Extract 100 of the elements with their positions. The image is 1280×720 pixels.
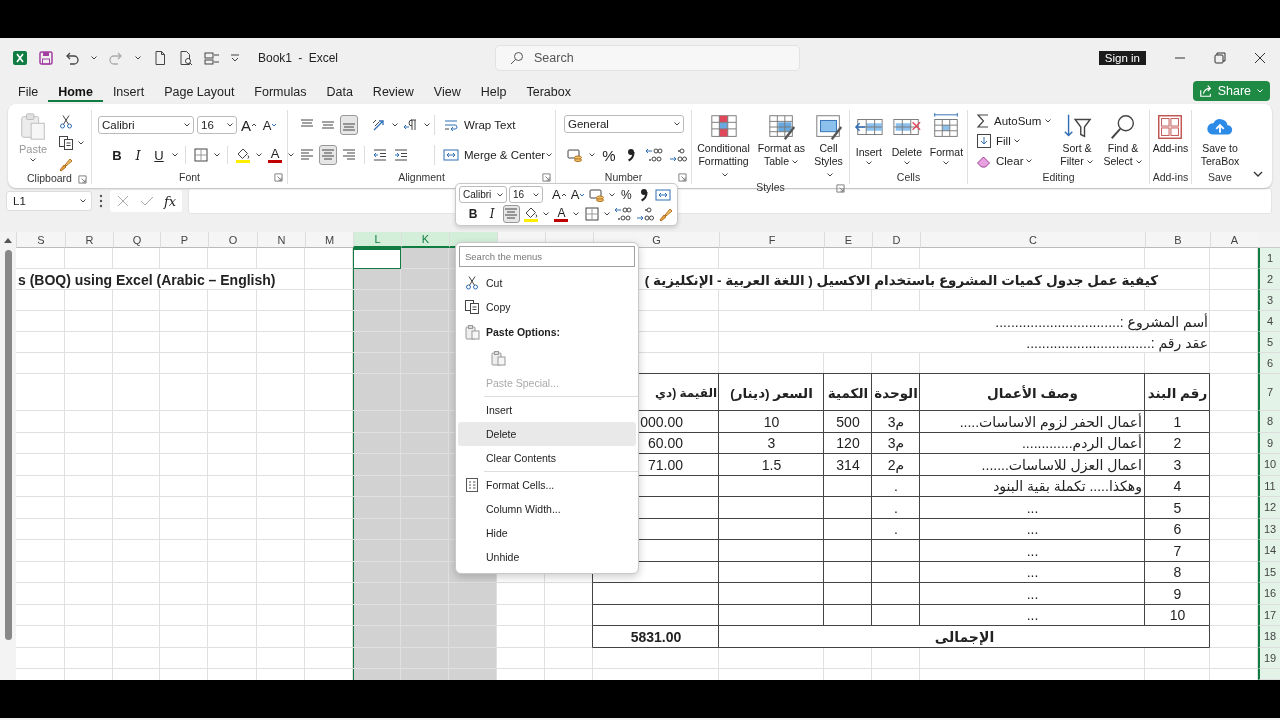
- font-color-button[interactable]: A: [553, 205, 570, 224]
- menu-item[interactable]: Column Width...: [458, 497, 636, 521]
- save-icon[interactable]: [38, 50, 54, 66]
- menu-search-field[interactable]: Search the menus: [459, 246, 635, 267]
- row-header[interactable]: 17: [1258, 604, 1280, 626]
- row-header[interactable]: 16: [1258, 583, 1280, 605]
- row-header[interactable]: 14: [1258, 540, 1280, 562]
- row-header[interactable]: 5: [1258, 332, 1280, 353]
- column-header[interactable]: L: [353, 232, 401, 248]
- caret-icon[interactable]: [545, 151, 554, 159]
- dialog-launcher-icon[interactable]: [274, 173, 283, 182]
- menu-item[interactable]: Hide: [458, 521, 636, 545]
- ribbon-button[interactable]: Format as Table: [756, 112, 807, 168]
- row-header[interactable]: 12: [1258, 497, 1280, 519]
- column-header[interactable]: P: [160, 232, 208, 248]
- dialog-launcher-icon[interactable]: [542, 173, 551, 182]
- ribbon-button[interactable]: Cell Styles: [809, 112, 848, 181]
- column-header[interactable]: D: [872, 232, 920, 248]
- ribbon-button[interactable]: Conditional Formatting: [693, 112, 754, 181]
- caret-icon[interactable]: [171, 151, 179, 159]
- percent-button[interactable]: %: [600, 145, 618, 165]
- row-header[interactable]: 9: [1258, 432, 1280, 454]
- ribbon-button[interactable]: Save to TeraBox: [1197, 112, 1243, 168]
- caret-icon[interactable]: [1044, 117, 1052, 125]
- dialog-launcher-icon[interactable]: [836, 184, 845, 193]
- caret-icon[interactable]: [213, 151, 221, 159]
- close-icon[interactable]: [1254, 52, 1266, 64]
- scissors-icon[interactable]: [58, 114, 74, 130]
- merge-center-button[interactable]: Merge & Center: [443, 145, 546, 165]
- row-header[interactable]: 1: [1258, 248, 1280, 269]
- ribbon-tab[interactable]: Terabox: [516, 80, 581, 102]
- caret-icon[interactable]: [255, 151, 263, 159]
- italic-button[interactable]: I: [129, 145, 147, 165]
- caret-icon[interactable]: [287, 151, 295, 159]
- percent-button[interactable]: %: [618, 185, 635, 204]
- row-header[interactable]: 10: [1258, 454, 1280, 476]
- caret-icon[interactable]: [90, 54, 98, 62]
- ribbon-button[interactable]: Fill: [976, 133, 1011, 149]
- form-icon[interactable]: [204, 50, 220, 66]
- row-header[interactable]: 6: [1258, 353, 1280, 374]
- font-size-dropdown[interactable]: 16: [197, 116, 237, 134]
- menu-item[interactable]: Delete: [458, 422, 636, 446]
- ribbon-tab[interactable]: Review: [362, 80, 424, 102]
- font-size-dropdown[interactable]: 16: [509, 186, 543, 204]
- caret-icon[interactable]: [1012, 137, 1021, 145]
- row-header[interactable]: 15: [1258, 561, 1280, 583]
- ribbon-button[interactable]: Sort & Filter: [1056, 112, 1098, 168]
- ribbon-tab[interactable]: Data: [316, 80, 363, 102]
- decimal-decrease-button[interactable]: [668, 145, 688, 165]
- italic-button[interactable]: I: [484, 205, 500, 224]
- row-header[interactable]: 7: [1258, 374, 1280, 411]
- ribbon-button[interactable]: Format: [929, 112, 964, 167]
- decimal-increase-button[interactable]: [644, 145, 664, 165]
- paste-option-button[interactable]: [488, 348, 508, 368]
- dialog-launcher-icon[interactable]: [678, 173, 687, 182]
- restore-icon[interactable]: [1214, 52, 1226, 64]
- caret-icon[interactable]: [423, 121, 431, 129]
- ribbon-button[interactable]: Find & Select: [1102, 112, 1144, 168]
- column-header[interactable]: R: [65, 232, 113, 248]
- menu-item[interactable]: Copy: [458, 295, 636, 319]
- caret-icon[interactable]: [391, 121, 399, 129]
- check-icon[interactable]: [140, 194, 154, 208]
- column-header[interactable]: B: [1145, 232, 1210, 248]
- column-header[interactable]: S: [16, 232, 65, 248]
- row-header[interactable]: 18: [1258, 626, 1280, 648]
- ribbon-button[interactable]: Insert: [853, 112, 884, 167]
- row-header[interactable]: 2: [1258, 269, 1280, 290]
- decimal-decrease-button[interactable]: [635, 205, 655, 224]
- grow-font-button[interactable]: A: [551, 185, 568, 204]
- menu-item[interactable]: Cut: [458, 271, 636, 295]
- menu-item[interactable]: Unhide: [458, 545, 636, 569]
- row-header[interactable]: [1258, 669, 1280, 680]
- more-icon[interactable]: [98, 193, 104, 209]
- ribbon-button[interactable]: Clear: [976, 153, 1024, 169]
- column-header[interactable]: F: [719, 232, 824, 248]
- insert-function-button[interactable]: fx: [164, 193, 177, 209]
- ribbon-button[interactable]: Delete: [891, 112, 923, 167]
- caret-icon[interactable]: [1025, 157, 1034, 165]
- caret-icon[interactable]: [588, 151, 596, 159]
- column-header[interactable]: N: [257, 232, 305, 248]
- copy-icon[interactable]: [58, 135, 74, 151]
- ribbon-tab[interactable]: Home: [48, 80, 103, 102]
- shrink-font-button[interactable]: A: [261, 115, 279, 135]
- shrink-font-button[interactable]: A: [569, 185, 587, 204]
- menu-item[interactable]: Clear Contents: [458, 446, 636, 470]
- bold-button[interactable]: B: [108, 145, 126, 165]
- row-header[interactable]: 13: [1258, 518, 1280, 540]
- font-name-dropdown[interactable]: Calibri: [98, 116, 194, 134]
- row-header[interactable]: 4: [1258, 311, 1280, 332]
- row-header[interactable]: 11: [1258, 475, 1280, 497]
- ribbon-tab[interactable]: Insert: [102, 80, 155, 102]
- ribbon-button[interactable]: AutoSum: [976, 113, 1042, 129]
- underline-button[interactable]: U: [150, 145, 168, 165]
- active-cell[interactable]: [353, 248, 401, 269]
- column-header[interactable]: Q: [113, 232, 160, 248]
- search-field[interactable]: Search: [495, 45, 800, 71]
- undo-icon[interactable]: [64, 50, 80, 66]
- new-document-icon[interactable]: [152, 50, 168, 66]
- column-header[interactable]: C: [920, 232, 1145, 248]
- menu-item[interactable]: Format Cells...: [458, 473, 636, 497]
